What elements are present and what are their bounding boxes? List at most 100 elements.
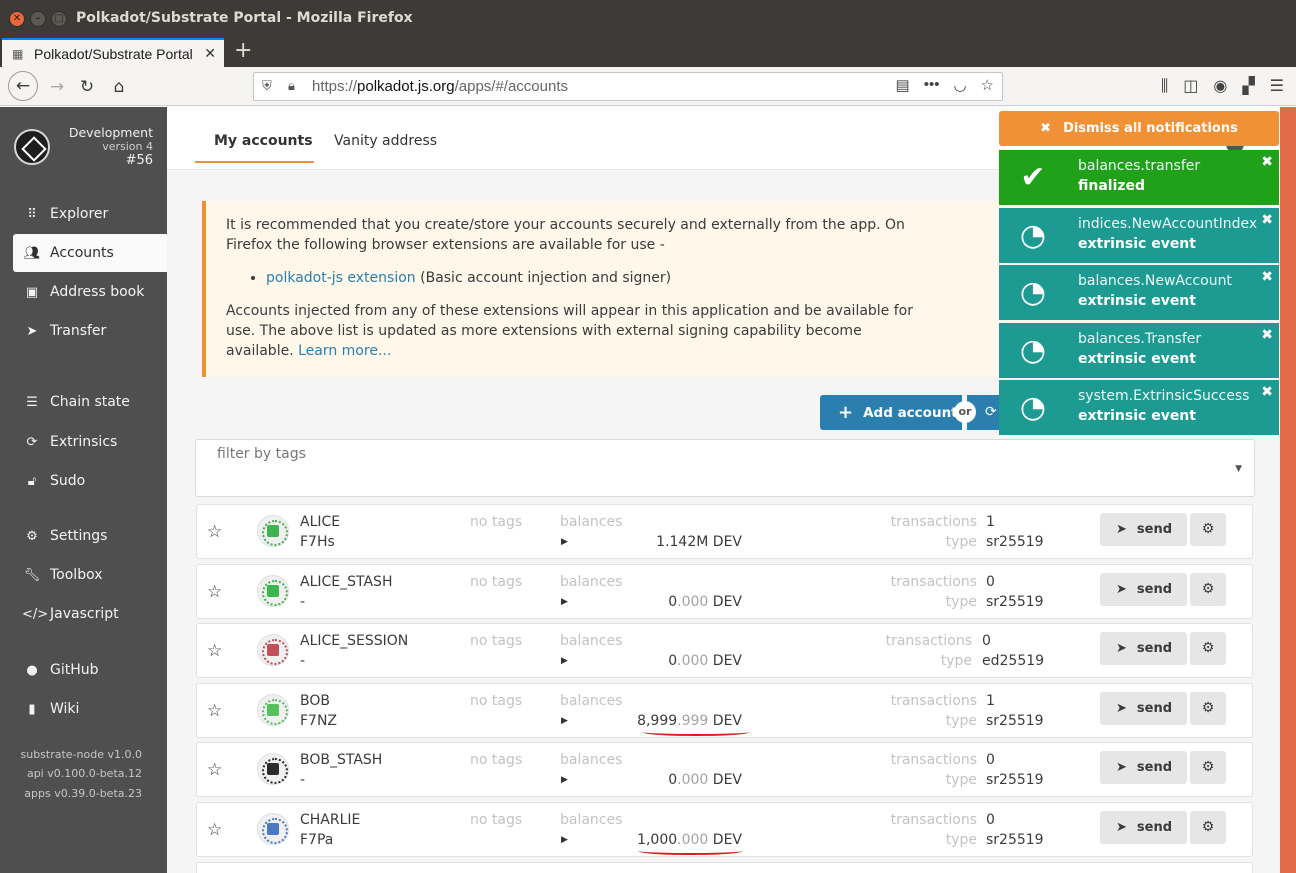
send-button[interactable]: ➤ send (1100, 632, 1187, 665)
account-settings-icon[interactable]: ⚙ (1190, 513, 1226, 546)
account-settings-icon[interactable]: ⚙ (1190, 573, 1226, 606)
url-bar[interactable]: ⛨ 🔒︎ https://polkadot.js.org/apps/#/acco… (253, 72, 1003, 101)
account-name[interactable]: ALICE_STASH (300, 574, 392, 590)
tab-vanity-address[interactable]: Vanity address (334, 133, 437, 161)
sidebar-item-address-book[interactable]: ▣ Address book (13, 273, 167, 311)
notification-event: ◔ balances.Transfer extrinsic event ✖ (999, 323, 1279, 378)
or-separator: or (954, 401, 976, 423)
identicon[interactable] (257, 753, 289, 785)
account-name[interactable]: BOB_STASH (300, 752, 382, 768)
sidebar-item-wiki[interactable]: ▮ Wiki (13, 690, 167, 728)
balance-value: 1,000.000 DEV (637, 832, 742, 848)
transactions-count: 0 (986, 812, 995, 828)
tab-close-icon[interactable]: ✕ (204, 45, 216, 62)
extension-icon[interactable]: ▞ (1242, 76, 1254, 96)
forward-icon[interactable]: → (44, 74, 70, 100)
identicon[interactable] (257, 575, 289, 607)
sidebar-item-javascript[interactable]: </> Javascript (13, 595, 167, 633)
new-tab-icon[interactable]: + (234, 38, 254, 67)
sidebar-item-transfer[interactable]: ➤ Transfer (13, 312, 167, 350)
account-row: ☆ ALICE_STASH - no tags balances ▶ 0.000… (196, 564, 1253, 619)
tag-filter-dropdown[interactable]: filter by tags ▼ (195, 439, 1255, 497)
account-settings-icon[interactable]: ⚙ (1190, 692, 1226, 725)
shield-icon[interactable]: ⛨ (262, 78, 272, 94)
identicon[interactable] (257, 813, 289, 845)
close-notification-icon[interactable]: ✖ (1261, 212, 1273, 228)
reload-icon[interactable]: ↻ (74, 74, 100, 100)
page-scroll-edge[interactable] (1280, 107, 1296, 873)
balance-value: 0.000 DEV (668, 772, 742, 788)
expand-balance-icon[interactable]: ▶ (561, 656, 568, 666)
lock-icon[interactable]: 🔒︎ (288, 78, 295, 94)
send-button[interactable]: ➤ send (1100, 513, 1187, 546)
dropdown-caret-icon[interactable]: ▼ (1235, 464, 1242, 474)
sidebar-item-extrinsics[interactable]: ⟳ Extrinsics (13, 423, 167, 461)
window-close-icon[interactable]: ✕ (9, 11, 25, 27)
account-name[interactable]: ALICE (300, 514, 340, 530)
more-actions-icon[interactable]: ••• (924, 76, 940, 94)
add-account-button[interactable]: + Add account (820, 395, 962, 430)
pocket-icon[interactable]: ◡ (953, 76, 966, 94)
favorite-star-icon[interactable]: ☆ (207, 701, 222, 721)
favorite-star-icon[interactable]: ☆ (207, 820, 222, 840)
account-name[interactable]: CHARLIE (300, 812, 360, 828)
account-settings-icon[interactable]: ⚙ (1190, 811, 1226, 844)
expand-balance-icon[interactable]: ▶ (561, 537, 568, 547)
sidebar-item-chain-state[interactable]: ☰ Chain state (13, 383, 167, 421)
reader-view-icon[interactable]: ▤ (896, 76, 910, 94)
account-name[interactable]: ALICE_SESSION (300, 633, 408, 649)
account-name[interactable]: BOB (300, 693, 330, 709)
sidebar-item-settings[interactable]: ⚙ Settings (13, 517, 167, 555)
paper-plane-icon: ➤ (1116, 760, 1127, 775)
expand-balance-icon[interactable]: ▶ (561, 835, 568, 845)
menu-icon[interactable]: ☰ (1270, 76, 1284, 96)
close-notification-icon[interactable]: ✖ (1261, 269, 1273, 285)
browser-tab[interactable]: ▦ Polkadot/Substrate Portal ✕ (2, 38, 224, 67)
back-icon[interactable]: ← (8, 71, 38, 101)
dismiss-all-notifications-button[interactable]: ✖ Dismiss all notifications (999, 111, 1279, 146)
library-icon[interactable]: ⫼ (1161, 76, 1168, 96)
send-button[interactable]: ➤ send (1100, 573, 1187, 606)
send-button[interactable]: ➤ send (1100, 811, 1187, 844)
notification-success: ✔ balances.transfer finalized ✖ (999, 150, 1279, 205)
sidebar-toggle-icon[interactable]: ◫ (1183, 76, 1198, 96)
close-notification-icon[interactable]: ✖ (1261, 384, 1273, 400)
favorite-star-icon[interactable]: ☆ (207, 522, 222, 542)
close-notification-icon[interactable]: ✖ (1261, 154, 1273, 170)
sidebar-item-accounts[interactable]: 👥︎ Accounts (13, 234, 167, 272)
account-settings-icon[interactable]: ⚙ (1190, 632, 1226, 665)
sync-icon: ⟳ (26, 434, 38, 450)
extension-link[interactable]: polkadot-js extension (266, 270, 416, 286)
favorite-star-icon[interactable]: ☆ (207, 760, 222, 780)
sidebar-item-github[interactable]: ● GitHub (13, 651, 167, 689)
paper-plane-icon: ➤ (1116, 522, 1127, 537)
checkmark-icon: ✔ (1020, 160, 1046, 195)
sidebar-item-explorer[interactable]: ⠿ Explorer (13, 195, 167, 233)
sidebar-item-sudo[interactable]: 🔓︎ Sudo (13, 462, 167, 500)
expand-balance-icon[interactable]: ▶ (561, 597, 568, 607)
tab-my-accounts[interactable]: My accounts (195, 133, 314, 163)
expand-balance-icon[interactable]: ▶ (561, 775, 568, 785)
send-button[interactable]: ➤ send (1100, 751, 1187, 784)
favorite-star-icon[interactable]: ☆ (207, 641, 222, 661)
crypto-type: sr25519 (986, 534, 1044, 550)
home-icon[interactable]: ⌂ (106, 74, 132, 100)
favorite-star-icon[interactable]: ☆ (207, 582, 222, 602)
account-icon[interactable]: ◉ (1213, 76, 1227, 96)
learn-more-link[interactable]: Learn more... (298, 343, 391, 359)
close-notification-icon[interactable]: ✖ (1261, 327, 1273, 343)
code-icon: </> (22, 606, 49, 622)
bookmark-star-icon[interactable]: ☆ (981, 76, 994, 94)
identicon[interactable] (257, 694, 289, 726)
identicon[interactable] (257, 515, 289, 547)
window-maximize-icon[interactable]: □ (51, 11, 67, 27)
identicon[interactable] (257, 634, 289, 666)
account-settings-icon[interactable]: ⚙ (1190, 751, 1226, 784)
window-minimize-icon[interactable]: – (30, 11, 46, 27)
chain-info[interactable]: Development version 4 #56 (69, 125, 153, 169)
sidebar-item-toolbox[interactable]: 🔧︎ Toolbox (13, 556, 167, 594)
send-button[interactable]: ➤ send (1100, 692, 1187, 725)
polkadot-logo-icon[interactable] (14, 129, 50, 165)
expand-balance-icon[interactable]: ▶ (561, 716, 568, 726)
account-row: ☆ ALICE_SESSION - no tags balances ▶ 0.0… (196, 623, 1253, 678)
